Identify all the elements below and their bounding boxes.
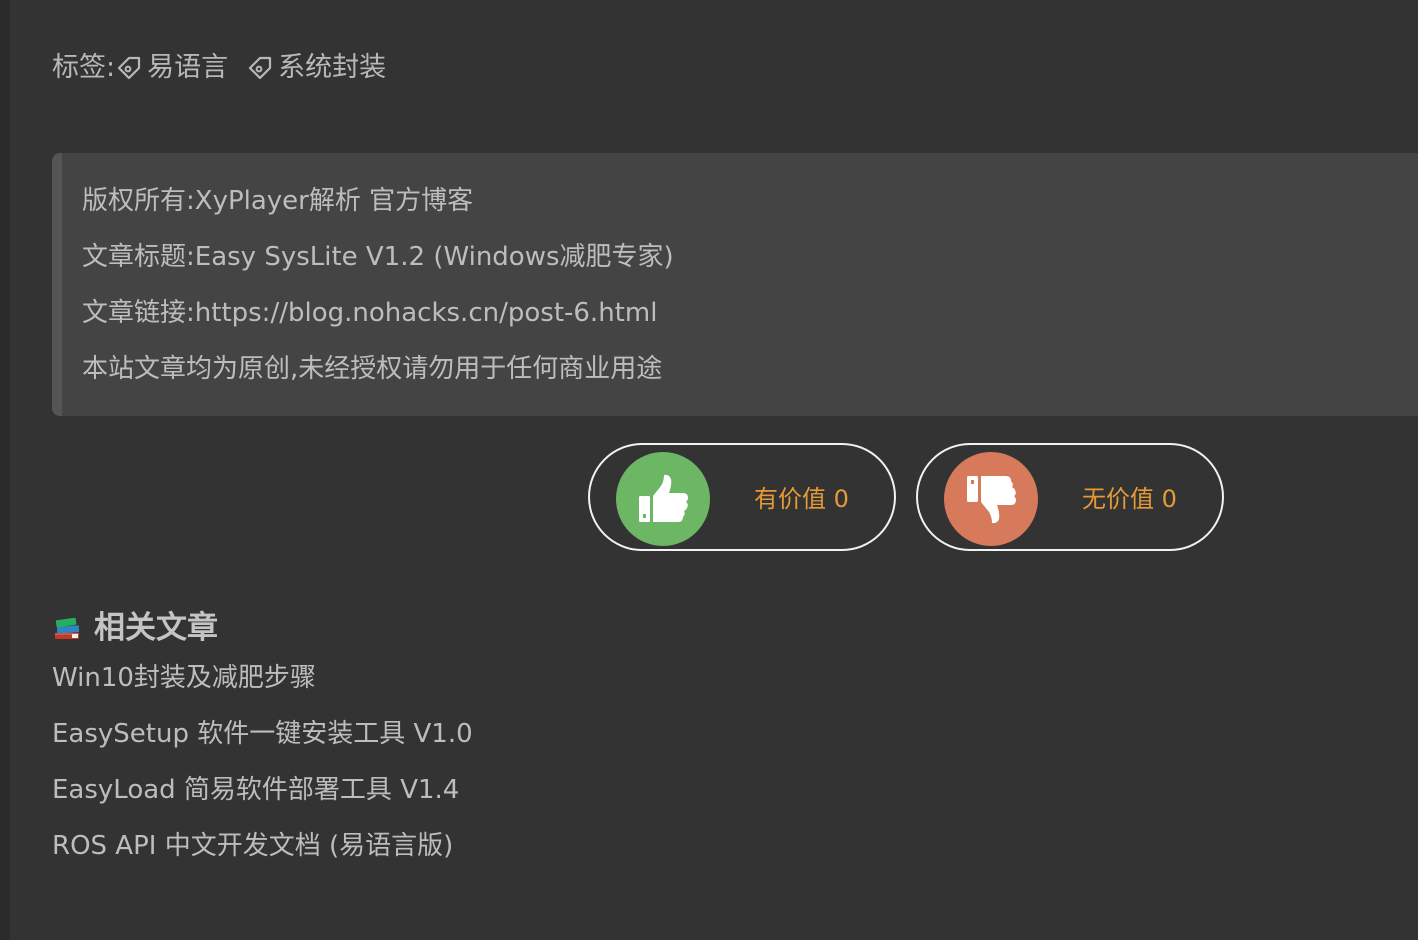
copyright-notice: 本站文章均为原创,未经授权请勿用于任何商业用途 <box>82 354 663 384</box>
thumbs-up-icon <box>639 474 688 522</box>
copyright-owner-value: XyPlayer解析 官方博客 <box>194 186 474 216</box>
books-icon <box>55 617 80 639</box>
tag-icon <box>249 56 272 80</box>
thumbs-down-circle <box>944 452 1038 546</box>
article-url-link[interactable]: https://blog.nohacks.cn/post-6.html <box>195 298 658 328</box>
copyright-title: 文章标题:Easy SysLite V1.2 (Windows减肥专家) <box>82 235 1418 291</box>
upvote-button[interactable]: 有价值 0 <box>588 443 896 551</box>
tag-label: 系统封装 <box>278 52 387 83</box>
thumbs-down-icon <box>967 476 1016 524</box>
copyright-title-label: 文章标题: <box>82 242 195 272</box>
related-articles-heading: 相关文章 <box>52 606 218 650</box>
article-footer: 标签: 易语言 系统封装 版权所有:XyPlayer解析 官方博客 文章标题:E… <box>0 0 1418 940</box>
copyright-owner: 版权所有:XyPlayer解析 官方博客 <box>82 179 1418 235</box>
tags-row: 标签: 易语言 系统封装 <box>52 48 404 88</box>
tag-link-yiyuyan[interactable]: 易语言 <box>115 48 228 88</box>
related-article-link[interactable]: EasySetup 软件一键安装工具 V1.0 <box>52 712 473 768</box>
downvote-count: 0 <box>1161 485 1177 513</box>
upvote-label: 有价值 0 <box>754 479 849 519</box>
tag-icon <box>118 56 141 80</box>
copyright-title-value: Easy SysLite V1.2 (Windows减肥专家) <box>194 242 674 272</box>
downvote-text: 无价值 <box>1082 485 1154 513</box>
tag-link-system-packaging[interactable]: 系统封装 <box>246 48 386 88</box>
related-articles-title: 相关文章 <box>94 610 218 646</box>
related-articles-list: Win10封装及减肥步骤 EasySetup 软件一键安装工具 V1.0 Eas… <box>52 656 473 880</box>
copyright-owner-label: 版权所有: <box>82 186 195 216</box>
copyright-link-label: 文章链接: <box>82 298 195 328</box>
related-article-link[interactable]: ROS API 中文开发文档 (易语言版) <box>52 824 473 880</box>
downvote-label: 无价值 0 <box>1082 479 1177 519</box>
related-article-link[interactable]: EasyLoad 简易软件部署工具 V1.4 <box>52 768 473 824</box>
thumbs-up-circle <box>616 452 710 546</box>
copyright-link: 文章链接:https://blog.nohacks.cn/post-6.html <box>82 291 1418 347</box>
downvote-button[interactable]: 无价值 0 <box>916 443 1224 551</box>
upvote-text: 有价值 <box>754 485 826 513</box>
tag-label: 易语言 <box>147 52 229 83</box>
copyright-box: 版权所有:XyPlayer解析 官方博客 文章标题:Easy SysLite V… <box>52 153 1418 416</box>
tags-label: 标签: <box>52 52 116 83</box>
upvote-count: 0 <box>833 485 849 513</box>
related-article-link[interactable]: Win10封装及减肥步骤 <box>52 656 473 712</box>
